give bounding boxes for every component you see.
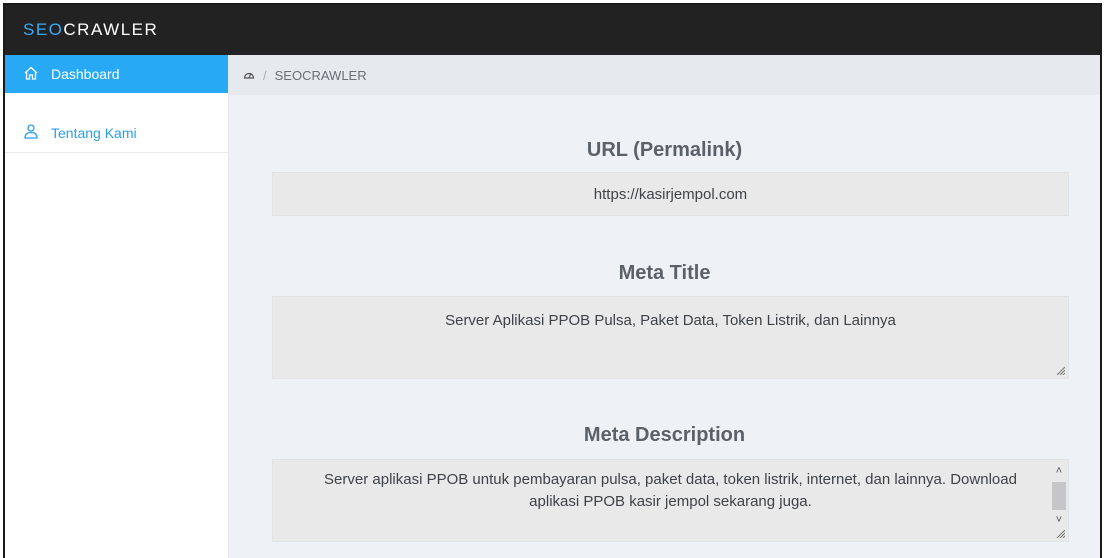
meta-description-text: Server aplikasi PPOB untuk pembayaran pu… (324, 471, 1017, 510)
meta-title-textarea[interactable]: Server Aplikasi PPOB Pulsa, Paket Data, … (272, 296, 1069, 379)
dashboard-icon[interactable] (243, 68, 255, 83)
sidebar-item-label: Dashboard (51, 66, 120, 82)
scroll-down-icon[interactable]: ˅ (1052, 513, 1066, 527)
url-section-title: URL (Permalink) (586, 139, 743, 161)
resize-handle-icon[interactable] (1055, 528, 1065, 538)
main-content: URL (Permalink) https://kasirjempol.com … (229, 95, 1100, 558)
url-field[interactable]: https://kasirjempol.com (272, 172, 1069, 216)
top-navbar: SEOCRAWLER (5, 5, 1100, 55)
sidebar: Dashboard Tentang Kami (5, 55, 229, 558)
breadcrumb-current: SEOCRAWLER (274, 67, 367, 83)
brand-accent: SEO (23, 20, 64, 39)
scrollbar-thumb[interactable] (1052, 482, 1066, 510)
user-icon (23, 123, 39, 142)
meta-description-section-title: Meta Description (583, 424, 746, 446)
breadcrumb: / SEOCRAWLER (229, 55, 1100, 95)
brand-logo[interactable]: SEOCRAWLER (23, 20, 158, 40)
home-icon (23, 65, 39, 84)
resize-handle-icon[interactable] (1055, 365, 1065, 375)
scroll-up-icon[interactable]: ˄ (1052, 464, 1066, 478)
sidebar-item-label: Tentang Kami (51, 124, 137, 141)
meta-title-section-title: Meta Title (618, 262, 711, 284)
textarea-scrollbar[interactable]: ˄ ˅ (1052, 464, 1066, 527)
sidebar-item-dashboard[interactable]: Dashboard (5, 55, 228, 93)
meta-title-text: Server Aplikasi PPOB Pulsa, Paket Data, … (445, 312, 896, 329)
breadcrumb-separator: / (263, 67, 267, 83)
brand-rest: CRAWLER (63, 20, 159, 39)
sidebar-item-tentang-kami[interactable]: Tentang Kami (5, 113, 228, 153)
meta-description-textarea[interactable]: Server aplikasi PPOB untuk pembayaran pu… (272, 459, 1069, 542)
app-window: SEOCRAWLER Dashboard Tentang Kami / SEOC… (3, 3, 1102, 558)
